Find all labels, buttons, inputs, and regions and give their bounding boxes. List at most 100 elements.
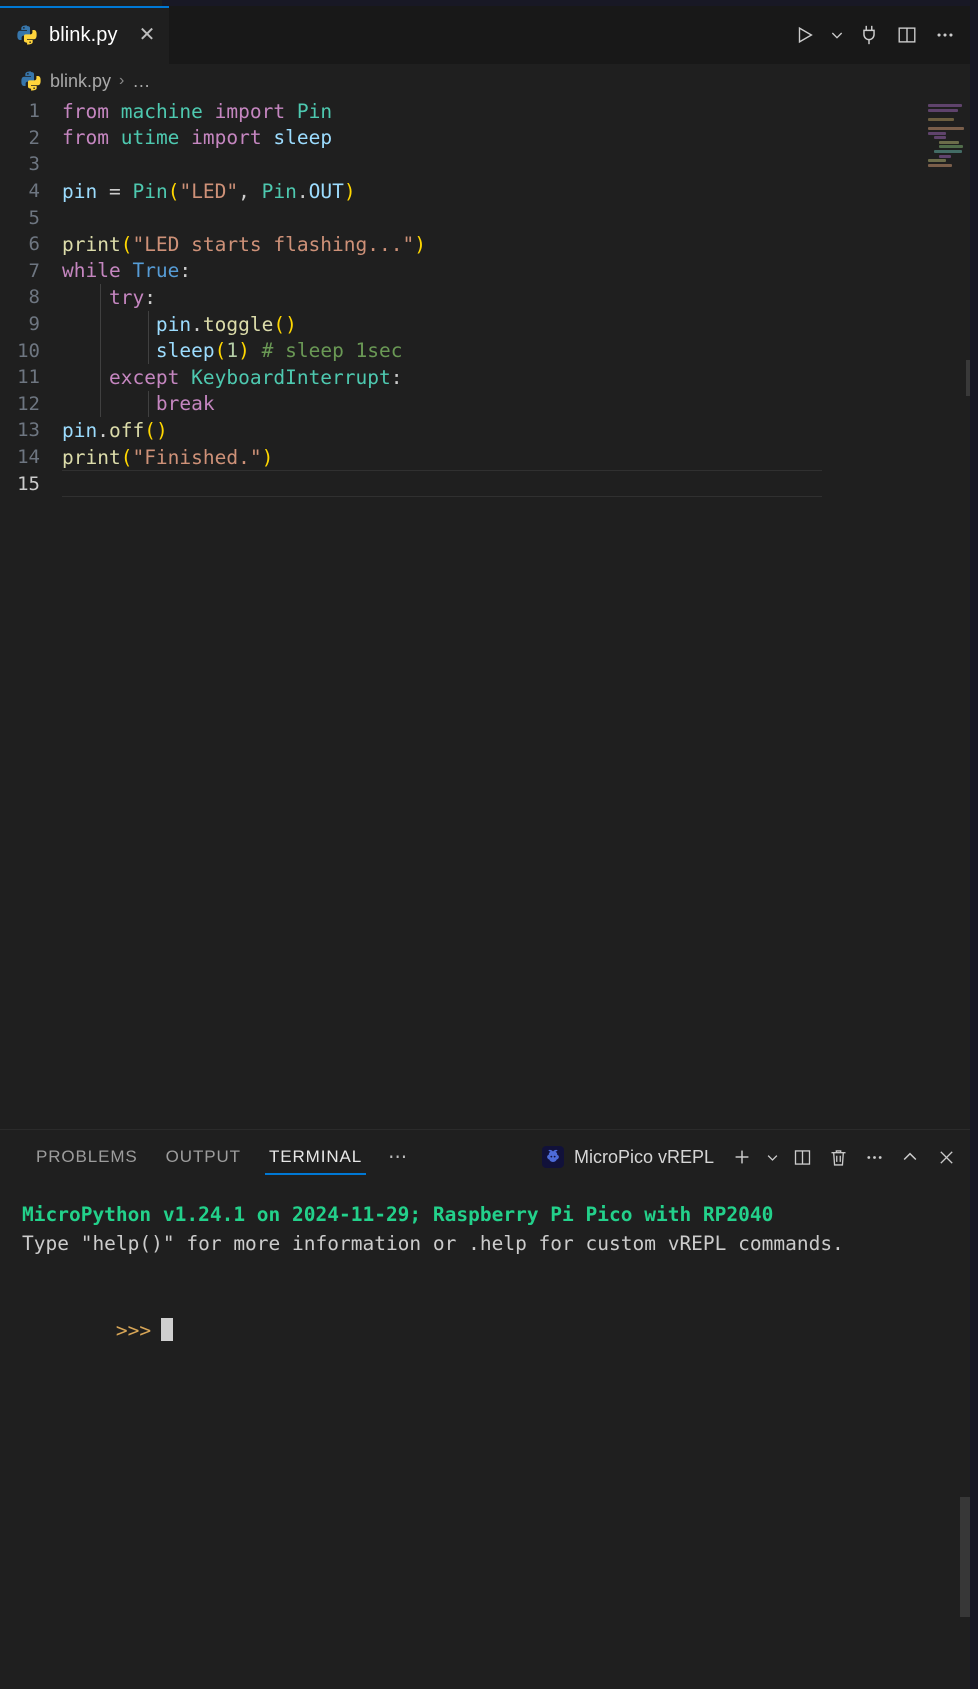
code-text: from machine import Pin <box>62 99 333 123</box>
line-number: 10 <box>17 339 40 362</box>
ellipsis-icon <box>866 1155 882 1159</box>
line-number: 9 <box>28 313 40 336</box>
indent-guide <box>148 311 149 364</box>
panel-header: PROBLEMS OUTPUT TERMINAL ⋯ MicroPico vRE… <box>0 1130 978 1184</box>
code-line[interactable]: 1 from machine import Pin <box>0 98 978 125</box>
terminal-help-line: Type "help()" for more information or .h… <box>22 1232 844 1255</box>
line-number: 1 <box>28 100 40 123</box>
new-terminal-button[interactable] <box>724 1139 760 1175</box>
code-line[interactable]: 11 except KeyboardInterrupt: <box>0 364 978 391</box>
editor-tab-bar: blink.py ✕ <box>0 6 978 64</box>
code-editor[interactable]: 1 from machine import Pin 2 from utime impo… <box>0 98 978 1129</box>
line-number: 13 <box>17 419 40 442</box>
code-line[interactable]: 3 <box>0 151 978 178</box>
chevron-up-icon <box>903 1152 917 1161</box>
split-editor-icon <box>794 1149 810 1165</box>
line-number: 3 <box>28 153 40 176</box>
panel-tab-terminal[interactable]: TERMINAL <box>255 1130 376 1184</box>
terminal-cursor <box>161 1318 174 1341</box>
line-number: 5 <box>28 206 40 229</box>
line-number: 6 <box>28 233 40 256</box>
editor-tab-blink-py[interactable]: blink.py ✕ <box>0 6 170 64</box>
chevron-down-icon <box>767 1154 777 1161</box>
bottom-panel: PROBLEMS OUTPUT TERMINAL ⋯ MicroPico vRE… <box>0 1129 978 1689</box>
panel-tabs-overflow[interactable]: ⋯ <box>376 1146 421 1169</box>
line-number: 15 <box>17 472 40 495</box>
code-line[interactable]: 12 break <box>0 391 978 418</box>
maximize-panel-button[interactable] <box>892 1139 928 1175</box>
code-text: sleep(1) # sleep 1sec <box>155 339 403 363</box>
raspberry-pi-icon <box>541 1146 564 1168</box>
code-line[interactable]: 8 try: <box>0 284 978 311</box>
micropico-connect-button[interactable] <box>850 16 888 54</box>
split-terminal-button[interactable] <box>784 1139 820 1175</box>
code-text: except KeyboardInterrupt: <box>108 365 403 389</box>
line-number: 7 <box>28 259 40 282</box>
terminal-profile-chevron[interactable] <box>760 1139 784 1175</box>
python-icon <box>17 25 37 45</box>
trash-icon <box>831 1149 845 1166</box>
terminal-prompt-line[interactable]: >>> <box>22 1287 978 1374</box>
tab-label: blink.py <box>49 23 118 46</box>
terminal-selector-label: MicroPico vREPL <box>573 1146 714 1167</box>
code-text: while True: <box>62 259 192 283</box>
run-python-file-button[interactable] <box>786 16 824 54</box>
code-text: pin.off() <box>62 418 168 442</box>
window-right-rail <box>970 0 978 1689</box>
breadcrumb-file[interactable]: blink.py <box>50 71 111 92</box>
close-panel-button[interactable] <box>928 1139 964 1175</box>
editor-actions <box>786 6 978 64</box>
line-number: 12 <box>17 392 40 415</box>
code-line[interactable]: 7 while True: <box>0 258 978 285</box>
kill-terminal-button[interactable] <box>820 1139 856 1175</box>
ellipsis-icon <box>937 33 953 37</box>
panel-tab-output[interactable]: OUTPUT <box>152 1130 255 1184</box>
run-options-chevron[interactable] <box>824 16 850 54</box>
line-number: 14 <box>17 446 40 469</box>
code-line[interactable]: 2 from utime import sleep <box>0 125 978 152</box>
panel-actions: MicroPico vREPL <box>532 1139 964 1175</box>
code-line[interactable]: 15 <box>0 470 978 497</box>
line-number: 4 <box>28 180 40 203</box>
code-line[interactable]: 4 pin = Pin("LED", Pin.OUT) <box>0 178 978 205</box>
code-text: break <box>155 392 215 416</box>
code-text: try: <box>108 285 156 309</box>
code-text: pin.toggle() <box>155 312 297 336</box>
code-line[interactable]: 9 pin.toggle() <box>0 311 978 338</box>
panel-tab-problems[interactable]: PROBLEMS <box>22 1130 152 1184</box>
more-actions-button[interactable] <box>926 16 964 54</box>
repl-prompt: >>> <box>115 1319 152 1342</box>
code-line[interactable]: 13 pin.off() <box>0 417 978 444</box>
indent-guide <box>100 284 101 417</box>
code-line[interactable]: 14 print("Finished.") <box>0 444 978 471</box>
code-text: print("LED starts flashing...") <box>62 232 426 256</box>
python-icon <box>21 71 41 91</box>
line-number: 8 <box>28 286 40 309</box>
close-icon[interactable]: ✕ <box>139 25 156 45</box>
code-text: from utime import sleep <box>62 126 333 150</box>
breadcrumb-overflow[interactable]: … <box>132 71 151 92</box>
code-line[interactable]: 6 print("LED starts flashing...") <box>0 231 978 258</box>
indent-guide <box>148 391 149 417</box>
terminal-banner-line: MicroPython v1.24.1 on 2024-11-29; Raspb… <box>22 1203 774 1226</box>
line-number: 2 <box>28 126 40 149</box>
code-text: print("Finished.") <box>62 445 274 469</box>
code-line[interactable]: 10 sleep(1) # sleep 1sec <box>0 337 978 364</box>
breadcrumb: blink.py › … <box>0 64 978 98</box>
terminal-more-button[interactable] <box>856 1139 892 1175</box>
plus-icon <box>735 1150 749 1164</box>
code-line[interactable]: 5 <box>0 204 978 231</box>
vscode-window: blink.py ✕ blink.py › … 1 from machine i… <box>0 0 978 1689</box>
terminal-output[interactable]: MicroPython v1.24.1 on 2024-11-29; Raspb… <box>0 1184 978 1689</box>
chevron-down-icon <box>831 32 843 39</box>
code-lines: 1 from machine import Pin 2 from utime impo… <box>0 98 978 497</box>
play-icon <box>798 26 813 44</box>
close-icon <box>939 1150 953 1164</box>
terminal-selector[interactable]: MicroPico vREPL <box>532 1146 724 1168</box>
breadcrumb-separator: › <box>119 72 125 89</box>
code-text: pin = Pin("LED", Pin.OUT) <box>62 179 356 203</box>
plug-icon <box>863 25 875 45</box>
split-editor-button[interactable] <box>888 16 926 54</box>
line-number: 11 <box>17 366 40 389</box>
